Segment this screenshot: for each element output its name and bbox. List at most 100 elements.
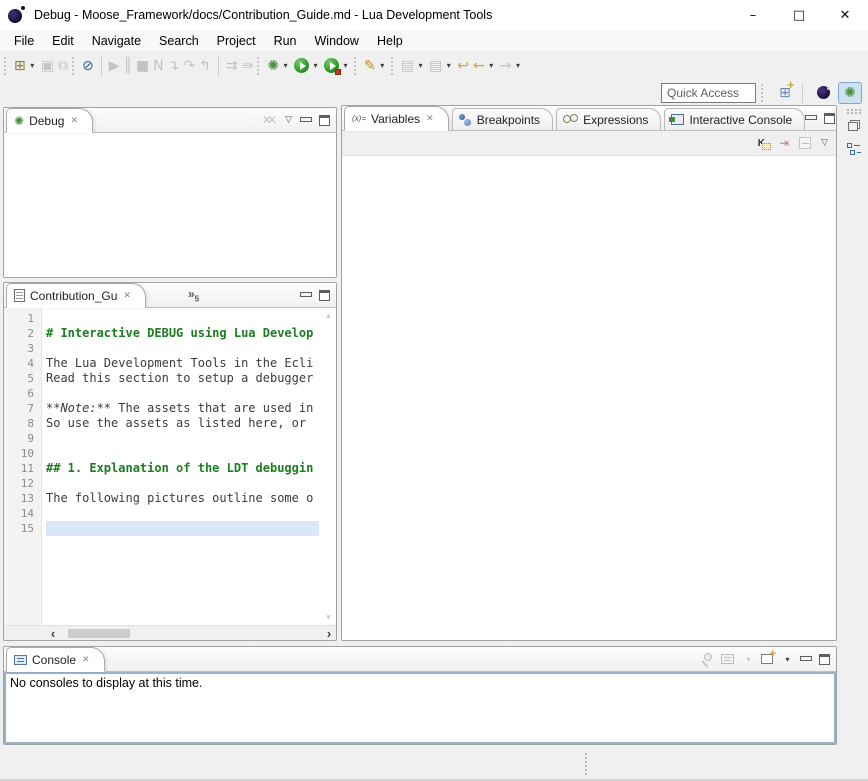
previous-annotation-dropdown[interactable]: ▾ bbox=[444, 61, 453, 70]
menu-item-project[interactable]: Project bbox=[208, 32, 265, 50]
tab-console[interactable]: Console ✕ bbox=[6, 647, 105, 672]
last-edit-location-button[interactable]: ↩ bbox=[455, 54, 471, 78]
scroll-down-icon[interactable]: ▾ bbox=[326, 612, 331, 623]
close-icon[interactable]: ✕ bbox=[426, 114, 434, 124]
tab-interactive-console-label: Interactive Console bbox=[689, 113, 792, 127]
separator bbox=[802, 83, 803, 103]
line-number: 10 bbox=[4, 446, 34, 461]
scroll-up-icon[interactable]: ▴ bbox=[326, 310, 331, 321]
code-line bbox=[46, 431, 321, 446]
markdown-file-icon bbox=[14, 289, 25, 302]
menu-item-run[interactable]: Run bbox=[265, 32, 306, 50]
open-console-button[interactable] bbox=[761, 654, 773, 664]
quick-access-input[interactable] bbox=[661, 83, 756, 103]
minimize-view-button[interactable] bbox=[805, 114, 816, 123]
save-all-button: ⧉ bbox=[56, 54, 70, 78]
back-button[interactable]: ←▾ bbox=[471, 54, 498, 78]
maximize-window-button[interactable]: □ bbox=[776, 0, 822, 30]
debug-dropdown[interactable]: ▾ bbox=[281, 61, 290, 70]
menu-item-edit[interactable]: Edit bbox=[43, 32, 83, 50]
restore-view-button[interactable] bbox=[848, 120, 860, 131]
editor-tab-overflow[interactable]: »5 bbox=[188, 287, 199, 303]
debug-perspective-button[interactable]: ✺ bbox=[838, 82, 862, 104]
tab-expressions[interactable]: Expressions bbox=[556, 108, 661, 130]
toolbar-drag-handle[interactable] bbox=[257, 57, 261, 75]
drag-handle[interactable] bbox=[847, 109, 861, 114]
open-perspective-button[interactable]: ⊞ bbox=[773, 82, 797, 104]
maximize-view-button[interactable] bbox=[824, 113, 835, 124]
display-console-dropdown[interactable]: ▾ bbox=[744, 655, 753, 664]
menu-item-search[interactable]: Search bbox=[150, 32, 208, 50]
debug-perspective-icon: ✺ bbox=[844, 85, 856, 101]
remove-all-terminated-button[interactable]: ✕✕ bbox=[262, 113, 277, 127]
toolbar-drag-handle[interactable] bbox=[4, 57, 8, 75]
skip-all-breakpoints-icon: ⊘ bbox=[82, 59, 94, 73]
maximize-view-button[interactable] bbox=[319, 115, 330, 126]
run-dropdown[interactable]: ▾ bbox=[311, 61, 320, 70]
menu-item-help[interactable]: Help bbox=[368, 32, 412, 50]
status-bar-drag-handle[interactable] bbox=[585, 753, 587, 775]
line-number: 5 bbox=[4, 371, 34, 386]
tab-variables[interactable]: (x)=Variables✕ bbox=[344, 106, 449, 131]
minimize-window-button[interactable]: – bbox=[730, 0, 776, 30]
tab-contribution-guide[interactable]: Contribution_Gu ✕ bbox=[6, 283, 146, 308]
debug-view-tabbar: ✺ Debug ✕ ✕✕ ▽ bbox=[4, 108, 336, 133]
external-tools-dropdown[interactable]: ▾ bbox=[341, 61, 350, 70]
next-annotation-dropdown[interactable]: ▾ bbox=[416, 61, 425, 70]
menu-item-file[interactable]: File bbox=[5, 32, 43, 50]
close-icon[interactable]: ✕ bbox=[70, 116, 78, 126]
console-view-toolbar: ▾ ▾ bbox=[700, 653, 836, 666]
lua-tool-dropdown[interactable]: ▾ bbox=[378, 61, 387, 70]
close-icon[interactable]: ✕ bbox=[123, 291, 131, 301]
menu-item-navigate[interactable]: Navigate bbox=[83, 32, 150, 50]
close-icon[interactable]: ✕ bbox=[82, 655, 90, 665]
toolbar-drag-handle[interactable] bbox=[354, 57, 358, 75]
minimize-view-button[interactable] bbox=[300, 291, 311, 300]
lua-tool-button[interactable]: ✎▾ bbox=[362, 54, 389, 78]
lua-perspective-button[interactable] bbox=[811, 82, 835, 104]
editor-horizontal-scrollbar[interactable]: ‹ › bbox=[4, 625, 336, 640]
menu-item-window[interactable]: Window bbox=[306, 32, 368, 50]
close-window-button[interactable]: ✕ bbox=[822, 0, 868, 30]
code-line bbox=[46, 341, 321, 356]
show-type-names-button[interactable]: K bbox=[758, 138, 769, 149]
code-line: Read this section to setup a debugger bbox=[46, 371, 321, 386]
window-title: Debug - Moose_Framework/docs/Contributio… bbox=[34, 8, 492, 22]
toolbar-drag-handle[interactable] bbox=[72, 57, 76, 75]
tab-interactive-console[interactable]: Interactive Console bbox=[664, 108, 805, 130]
skip-all-breakpoints-button[interactable]: ⊘ bbox=[80, 54, 96, 78]
run-button[interactable]: ▾ bbox=[292, 54, 322, 78]
debug-button[interactable]: ✺▾ bbox=[265, 54, 292, 78]
view-menu-button[interactable]: ▽ bbox=[285, 115, 292, 125]
editor-text-area[interactable]: # Interactive DEBUG using Lua DevelopThe… bbox=[42, 308, 321, 625]
outline-view-button[interactable] bbox=[847, 143, 861, 156]
code-line: The Lua Development Tools in the Ecli bbox=[46, 356, 321, 371]
scrollbar-thumb[interactable] bbox=[68, 629, 130, 638]
window-controls: – □ ✕ bbox=[730, 0, 868, 30]
minimize-view-button[interactable] bbox=[800, 655, 811, 664]
show-logical-structure-button[interactable]: ⇥ bbox=[779, 136, 789, 150]
line-number: 8 bbox=[4, 416, 34, 431]
open-console-dropdown[interactable]: ▾ bbox=[783, 655, 792, 664]
pin-console-button bbox=[700, 653, 713, 666]
editor-vertical-scrollbar[interactable]: ▴ ▾ bbox=[321, 308, 336, 625]
scrollbar-track[interactable] bbox=[60, 626, 322, 641]
drag-handle[interactable] bbox=[761, 84, 765, 102]
scroll-left-icon[interactable]: ‹ bbox=[46, 627, 60, 640]
new-wizard-button[interactable]: ⊞▾ bbox=[12, 54, 39, 78]
scroll-right-icon[interactable]: › bbox=[322, 627, 336, 640]
external-tools-button[interactable]: ▾ bbox=[322, 54, 352, 78]
next-annotation-icon: ▤ bbox=[401, 59, 414, 73]
toolbar-drag-handle[interactable] bbox=[391, 57, 395, 75]
tab-breakpoints[interactable]: Breakpoints bbox=[452, 108, 553, 130]
new-wizard-dropdown[interactable]: ▾ bbox=[28, 61, 37, 70]
forward-dropdown[interactable]: ▾ bbox=[513, 61, 522, 70]
view-menu-button[interactable]: ▽ bbox=[821, 138, 828, 148]
back-dropdown[interactable]: ▾ bbox=[487, 61, 496, 70]
maximize-view-button[interactable] bbox=[819, 654, 830, 665]
minimize-view-button[interactable] bbox=[300, 116, 311, 125]
tab-debug[interactable]: ✺ Debug ✕ bbox=[6, 108, 93, 133]
maximize-view-button[interactable] bbox=[319, 290, 330, 301]
next-annotation-button: ▤▾ bbox=[399, 54, 427, 78]
step-return-button: ↰ bbox=[197, 54, 213, 78]
